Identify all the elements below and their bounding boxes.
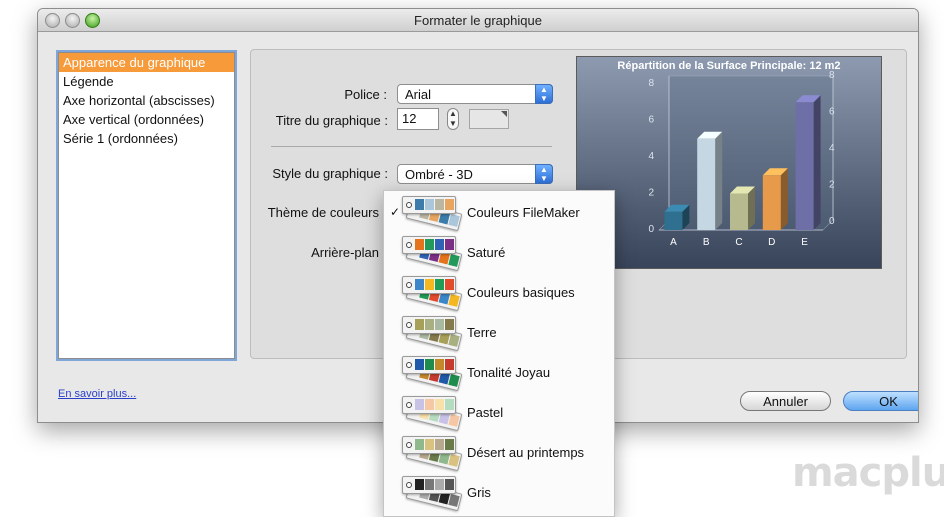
background-label: Arrière-plan [311, 245, 379, 260]
y2-tick-label: 0 [829, 216, 835, 227]
bar-side [715, 131, 723, 230]
color-swatch-icon [402, 476, 463, 512]
color-theme-label: Couleurs basiques [467, 285, 575, 300]
cancel-button[interactable]: Annuler [740, 391, 831, 411]
color-swatch-icon [402, 276, 463, 312]
bar [762, 175, 781, 230]
checkmark-icon: ✓ [390, 205, 401, 219]
bar-side [748, 186, 755, 230]
watermark-logo: macplus [792, 450, 944, 496]
learn-more-link[interactable]: En savoir plus... [58, 388, 136, 400]
color-swatch-icon [402, 316, 463, 352]
title-bar: Formater le graphique [38, 9, 918, 32]
color-theme-item[interactable]: Gris [384, 471, 614, 512]
category-item-legend[interactable]: Légende [59, 72, 234, 91]
category-item-vertical-axis[interactable]: Axe vertical (ordonnées) [59, 110, 234, 129]
y-tick-label: 0 [648, 224, 654, 235]
x-tick-label: D [768, 237, 775, 248]
color-theme-menu[interactable]: ✓ Couleurs FileMaker Saturé Couleurs basiqu… [383, 190, 615, 517]
y2-tick-label: 6 [829, 107, 835, 118]
color-theme-label: Pastel [467, 405, 504, 420]
title-size-field[interactable]: 12 [397, 108, 439, 130]
window-title: Formater le graphique [414, 13, 542, 28]
chart-style-value: Ombré - 3D [405, 167, 473, 182]
color-theme-item[interactable]: Tonalité Joyau [384, 351, 614, 392]
font-value: Arial [405, 87, 432, 102]
color-theme-label: Thème de couleurs [267, 205, 379, 220]
color-swatch-icon [402, 236, 463, 272]
color-theme-label: Saturé [467, 245, 506, 260]
bar [664, 211, 683, 230]
y2-tick-label: 8 [829, 70, 835, 81]
bar-side [780, 168, 788, 230]
color-theme-item[interactable]: Pastel [384, 391, 614, 432]
category-list[interactable]: Apparence du graphique Légende Axe horiz… [58, 52, 235, 359]
popup-arrows-icon: ▲ ▼ [535, 84, 553, 104]
y2-tick-label: 4 [829, 143, 835, 154]
bar [697, 138, 716, 230]
font-label: Police : [344, 87, 387, 102]
color-theme-label: Gris [467, 485, 491, 500]
title-size-stepper[interactable]: ▲ ▼ [447, 108, 459, 130]
color-theme-item[interactable]: Terre [384, 311, 614, 352]
color-swatch-icon [402, 356, 463, 392]
color-theme-label: Terre [467, 325, 497, 340]
chart-svg: Répartition de la Surface Principale: 12… [617, 60, 840, 248]
color-swatch-icon [402, 196, 463, 232]
x-tick-label: A [670, 237, 677, 248]
chart-style-popup[interactable]: Ombré - 3D ▲ ▼ [397, 164, 553, 184]
color-theme-item[interactable]: Couleurs basiques [384, 271, 614, 312]
ok-button[interactable]: OK [843, 391, 918, 411]
chart-preview: Répartition de la Surface Principale: 12… [576, 56, 882, 269]
chart-title: Répartition de la Surface Principale: 12… [617, 60, 840, 72]
color-theme-label: Couleurs FileMaker [467, 205, 580, 220]
chart-title-label: Titre du graphique : [275, 113, 388, 128]
color-theme-item[interactable]: Saturé [384, 231, 614, 272]
x-tick-label: B [703, 237, 710, 248]
x-tick-label: E [801, 237, 808, 248]
color-swatch-icon [402, 396, 463, 432]
category-item-appearance[interactable]: Apparence du graphique [59, 53, 234, 72]
y-tick-label: 4 [648, 151, 654, 162]
y-tick-label: 6 [648, 115, 654, 126]
color-theme-item[interactable]: ✓ Couleurs FileMaker [384, 191, 614, 232]
popup-arrows-icon: ▲ ▼ [535, 164, 553, 184]
y2-tick-label: 2 [829, 180, 835, 191]
font-popup[interactable]: Arial ▲ ▼ [397, 84, 553, 104]
category-item-series-1[interactable]: Série 1 (ordonnées) [59, 129, 234, 148]
y-tick-label: 8 [648, 78, 654, 89]
y-tick-label: 2 [648, 188, 654, 199]
separator [271, 146, 552, 147]
bar-side [813, 95, 821, 230]
chart-style-label: Style du graphique : [272, 166, 388, 181]
color-theme-item[interactable]: Désert au printemps [384, 431, 614, 472]
title-color-swatch[interactable] [469, 109, 509, 129]
x-tick-label: C [735, 237, 742, 248]
category-item-horizontal-axis[interactable]: Axe horizontal (abscisses) [59, 91, 234, 110]
bar [730, 193, 748, 230]
color-theme-label: Désert au printemps [467, 445, 585, 460]
color-swatch-icon [402, 436, 463, 472]
bar [795, 102, 814, 230]
color-theme-label: Tonalité Joyau [467, 365, 551, 380]
